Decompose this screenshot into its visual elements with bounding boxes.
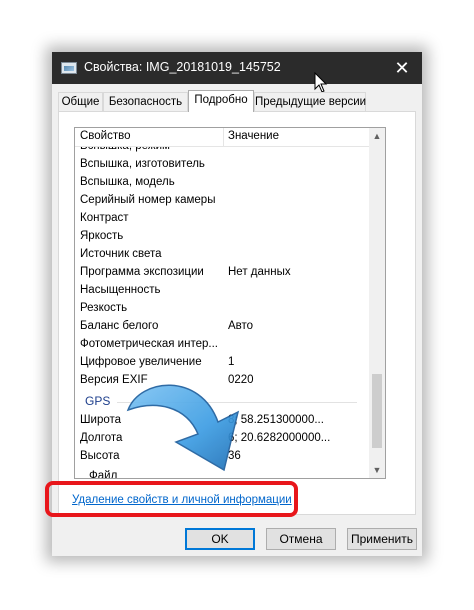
red-highlight-frame bbox=[45, 481, 298, 517]
list-item[interactable]: Вспышка, изготовитель bbox=[75, 156, 369, 174]
list-item[interactable]: Насыщенность bbox=[75, 282, 369, 300]
property-name: Насыщенность bbox=[80, 284, 161, 296]
property-value: Авто bbox=[228, 320, 254, 332]
property-value: Нет данных bbox=[228, 266, 291, 278]
list-item[interactable]: Вспышка, модель bbox=[75, 174, 369, 192]
list-item[interactable]: Баланс белого Авто bbox=[75, 318, 369, 336]
cancel-button[interactable]: Отмена bbox=[266, 528, 336, 550]
list-header: Свойство Значение bbox=[75, 128, 369, 147]
property-name: Фотометрическая интер... bbox=[80, 338, 218, 350]
title-bar[interactable]: Свойства: IMG_20181019_145752 ✕ bbox=[52, 52, 422, 93]
image-file-icon bbox=[61, 62, 77, 74]
list-item[interactable]: Программа экспозиции Нет данных bbox=[75, 264, 369, 282]
property-name: Источник света bbox=[80, 248, 162, 260]
tab-details[interactable]: Подробно bbox=[188, 90, 254, 112]
list-item[interactable]: Фотометрическая интер... bbox=[75, 336, 369, 354]
property-name: Вспышка, модель bbox=[80, 176, 175, 188]
window-title: Свойства: IMG_20181019_145752 bbox=[84, 60, 281, 74]
close-button[interactable]: ✕ bbox=[382, 52, 422, 84]
column-header-property[interactable]: Свойство bbox=[80, 130, 131, 142]
property-name: Контраст bbox=[80, 212, 129, 224]
scrollbar-thumb[interactable] bbox=[372, 374, 382, 448]
ok-button[interactable]: OK bbox=[185, 528, 255, 550]
property-name: Серийный номер камеры bbox=[80, 194, 216, 206]
scroll-down-icon[interactable]: ▼ bbox=[369, 462, 385, 478]
property-name: Вспышка, изготовитель bbox=[80, 158, 205, 170]
column-header-value[interactable]: Значение bbox=[228, 130, 279, 142]
list-item[interactable]: Серийный номер камеры bbox=[75, 192, 369, 210]
list-item[interactable]: Источник света bbox=[75, 246, 369, 264]
tab-previous-versions[interactable]: Предыдущие версии bbox=[254, 92, 366, 111]
list-item[interactable]: Яркость bbox=[75, 228, 369, 246]
tab-security[interactable]: Безопасность bbox=[103, 92, 188, 111]
column-divider[interactable] bbox=[223, 128, 224, 146]
vertical-scrollbar[interactable]: ▲ ▼ bbox=[369, 128, 385, 478]
property-name: Резкость bbox=[80, 302, 128, 314]
property-name: Цифровое увеличение bbox=[80, 356, 202, 368]
mouse-pointer-icon bbox=[314, 72, 328, 93]
property-value: 1 bbox=[228, 356, 235, 368]
list-item[interactable]: Резкость bbox=[75, 300, 369, 318]
list-item[interactable]: Контраст bbox=[75, 210, 369, 228]
apply-button[interactable]: Применить bbox=[347, 528, 417, 550]
scroll-up-icon[interactable]: ▲ bbox=[369, 128, 385, 144]
property-name: Программа экспозиции bbox=[80, 266, 204, 278]
property-name: Яркость bbox=[80, 230, 124, 242]
curved-arrow-icon bbox=[126, 384, 240, 472]
group-label: GPS bbox=[85, 394, 111, 408]
tab-general[interactable]: Общие bbox=[58, 92, 103, 111]
property-name: Баланс белого bbox=[80, 320, 159, 332]
